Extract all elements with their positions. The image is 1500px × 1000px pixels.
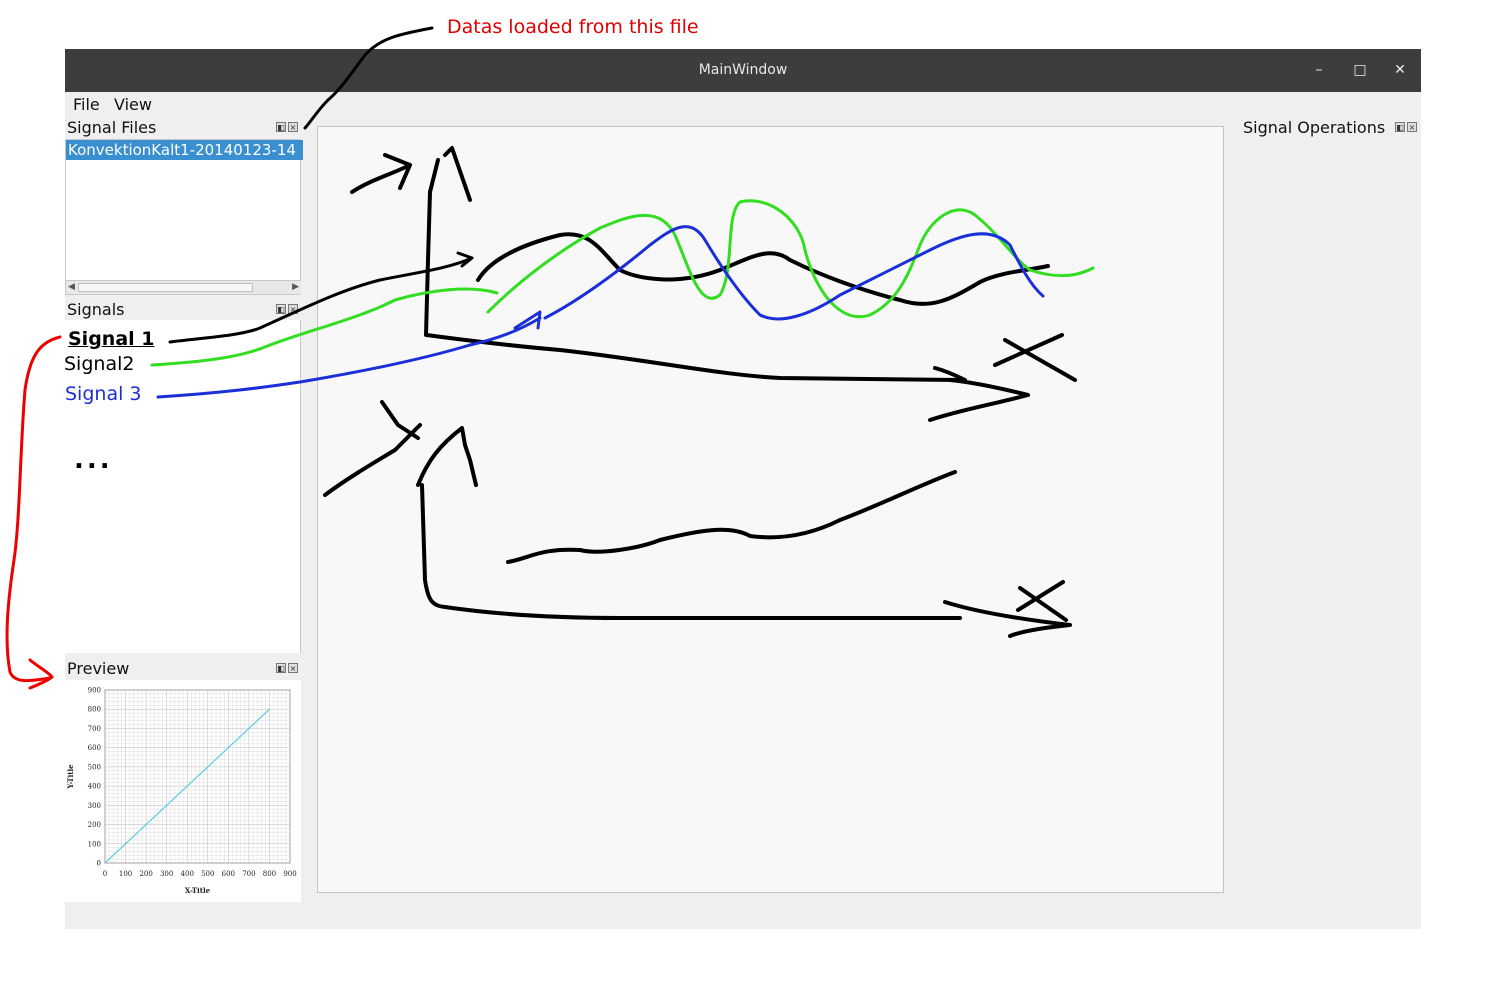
float-icon[interactable]: ◧ bbox=[276, 122, 286, 132]
close-icon[interactable]: × bbox=[288, 122, 298, 132]
y-tick-label: 100 bbox=[88, 840, 101, 848]
signal-files-title: Signal Files bbox=[67, 118, 157, 137]
signal-item-1[interactable]: Signal 1 bbox=[68, 328, 155, 350]
preview-title: Preview bbox=[67, 659, 130, 678]
preview-dock-buttons: ◧ × bbox=[276, 663, 298, 673]
y-tick-label: 0 bbox=[97, 860, 101, 868]
x-tick-label: 600 bbox=[222, 870, 235, 878]
x-tick-label: 0 bbox=[103, 870, 107, 878]
y-tick-label: 500 bbox=[88, 763, 101, 771]
close-icon[interactable]: × bbox=[288, 304, 298, 314]
menu-bar: File View bbox=[65, 92, 1421, 116]
preview-chart: 0 100 200 300 400 500 600 700 800 900 0 100 200 300 40… bbox=[66, 687, 297, 896]
float-icon[interactable]: ◧ bbox=[276, 304, 286, 314]
close-icon[interactable]: × bbox=[288, 663, 298, 673]
x-tick-label: 900 bbox=[283, 870, 296, 878]
close-icon[interactable]: × bbox=[1407, 122, 1417, 132]
horizontal-scrollbar[interactable]: ◀ ▶ bbox=[66, 280, 301, 294]
x-tick-label: 800 bbox=[263, 870, 276, 878]
y-tick-label: 400 bbox=[88, 783, 101, 791]
file-item[interactable]: KonvektionKalt1-20140123-14 bbox=[66, 140, 303, 160]
x-tick-label: 700 bbox=[242, 870, 255, 878]
x-tick-label: 400 bbox=[181, 870, 194, 878]
signal-files-dock-buttons: ◧ × bbox=[276, 122, 298, 132]
maximize-button[interactable]: □ bbox=[1348, 59, 1372, 81]
float-icon[interactable]: ◧ bbox=[1395, 122, 1405, 132]
signals-more-indicator: ... bbox=[74, 445, 113, 475]
minimize-button[interactable]: – bbox=[1307, 59, 1331, 81]
title-bar: MainWindow – □ ✕ bbox=[65, 49, 1421, 92]
signal-operations-dock-buttons: ◧ × bbox=[1395, 122, 1417, 132]
signal-item-3[interactable]: Signal 3 bbox=[65, 383, 142, 405]
signal-item-2[interactable]: Signal2 bbox=[64, 353, 134, 375]
y-tick-label: 700 bbox=[88, 725, 101, 733]
main-window: MainWindow – □ ✕ File View Signal Files … bbox=[65, 49, 1421, 929]
close-button[interactable]: ✕ bbox=[1388, 59, 1412, 81]
y-tick-label: 200 bbox=[88, 821, 101, 829]
preview-plot-area: 0 100 200 300 400 500 600 700 800 900 0 100 200 300 40… bbox=[65, 680, 301, 902]
signals-dock-buttons: ◧ × bbox=[276, 304, 298, 314]
x-tick-label: 100 bbox=[119, 870, 132, 878]
y-tick-label: 900 bbox=[88, 687, 101, 695]
y-axis-title: Y-Title bbox=[66, 764, 75, 790]
window-title: MainWindow bbox=[698, 62, 788, 78]
annotation-note: Datas loaded from this file bbox=[447, 16, 699, 38]
y-tick-label: 800 bbox=[88, 706, 101, 714]
central-canvas bbox=[317, 126, 1224, 893]
y-tick-label: 600 bbox=[88, 744, 101, 752]
signal-operations-title: Signal Operations bbox=[1243, 118, 1386, 137]
signal-files-list: KonvektionKalt1-20140123-14 ◀ ▶ bbox=[65, 139, 303, 295]
signals-title: Signals bbox=[67, 300, 125, 319]
float-icon[interactable]: ◧ bbox=[276, 663, 286, 673]
scroll-right-icon[interactable]: ▶ bbox=[292, 281, 299, 294]
menu-view[interactable]: View bbox=[114, 95, 152, 114]
y-tick-label: 300 bbox=[88, 802, 101, 810]
x-tick-label: 300 bbox=[160, 870, 173, 878]
red-connector-arrow bbox=[5, 335, 62, 690]
scrollbar-thumb[interactable] bbox=[78, 283, 253, 292]
x-tick-label: 200 bbox=[139, 870, 152, 878]
x-axis-title: X-Title bbox=[185, 886, 211, 895]
menu-file[interactable]: File bbox=[73, 95, 100, 114]
x-tick-label: 500 bbox=[201, 870, 214, 878]
scroll-left-icon[interactable]: ◀ bbox=[68, 281, 75, 294]
